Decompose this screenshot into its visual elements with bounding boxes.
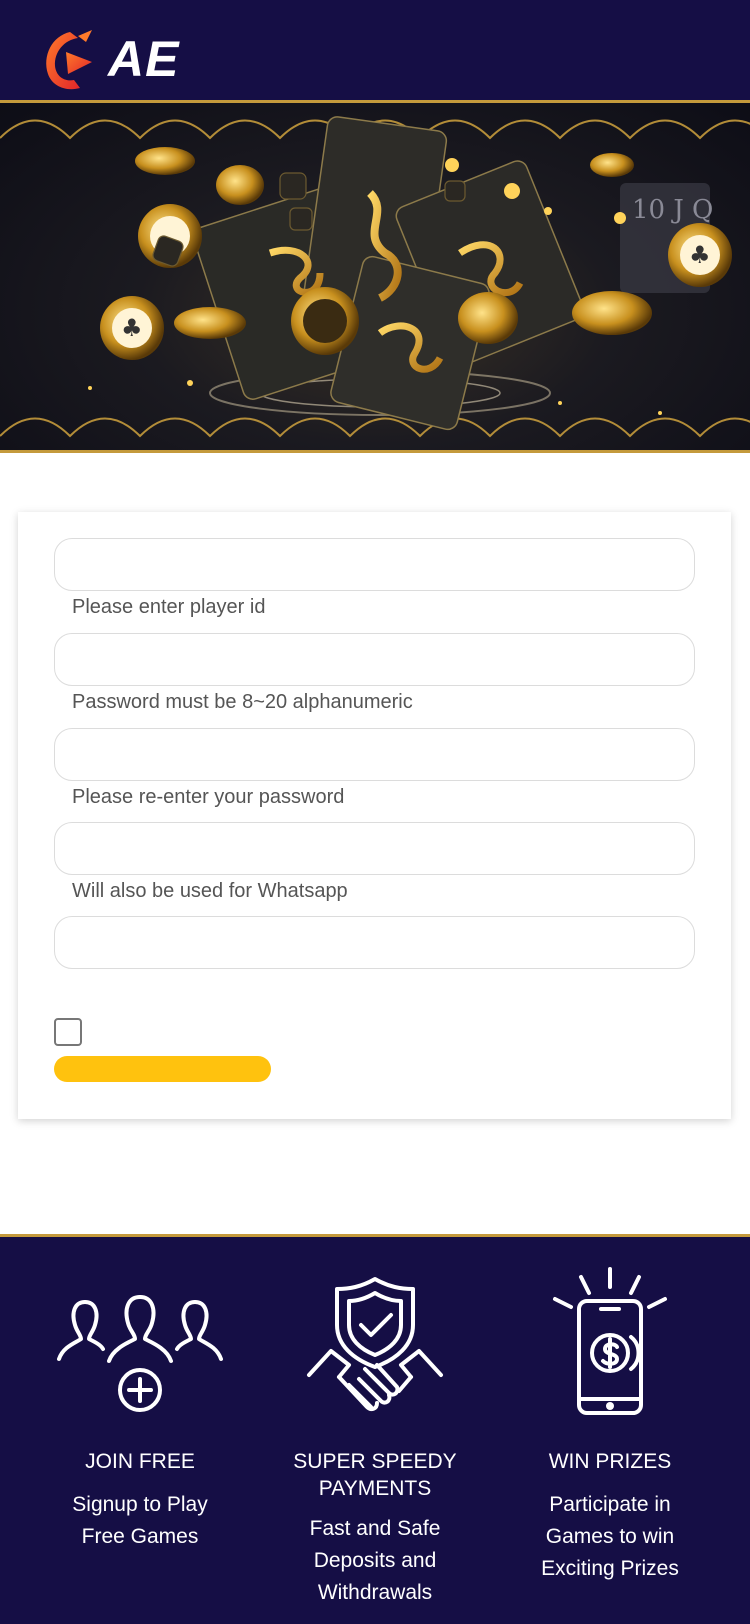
feature-desc-line: Deposits and [313, 1549, 437, 1572]
feature-desc-line: Games to win [545, 1525, 675, 1548]
app-header: AE [0, 0, 750, 100]
player-id-input[interactable] [54, 538, 695, 591]
feature-desc-line: Withdrawals [317, 1581, 433, 1604]
hero-banner: 10 J Q ♣ ♣ [0, 100, 750, 453]
registration-form: Please enter player id Password must be … [18, 512, 731, 1119]
extra-input[interactable] [54, 916, 695, 969]
feature-title-line: PAYMENTS [318, 1477, 432, 1500]
shield-handshake-icon [307, 1277, 443, 1412]
terms-checkbox[interactable] [54, 1018, 82, 1046]
feature-desc-line: Signup to Play [72, 1493, 208, 1516]
confirm-password-hint: Please re-enter your password [72, 786, 345, 808]
svg-text:10 J Q: 10 J Q [632, 195, 713, 225]
player-id-hint: Please enter player id [72, 596, 266, 618]
feature-title: WIN PRIZES [548, 1450, 672, 1473]
features-section: JOIN FREE Signup to Play Free Games SUPE… [0, 1234, 750, 1624]
confirm-password-input[interactable] [54, 728, 695, 781]
phone-input[interactable] [54, 822, 695, 875]
feature-desc-line: Exciting Prizes [541, 1557, 679, 1580]
password-hint: Password must be 8~20 alphanumeric [72, 691, 413, 713]
feature-desc-line: Participate in [549, 1493, 671, 1516]
feature-title-line: SUPER SPEEDY [293, 1450, 457, 1473]
phone-hint: Will also be used for Whatsapp [72, 880, 348, 902]
svg-text:♣: ♣ [689, 241, 711, 269]
brand-logo[interactable]: AE [40, 26, 200, 94]
feature-desc-line: Free Games [81, 1525, 199, 1548]
casino-cards-chips-illustration: 10 J Q ♣ ♣ [0, 116, 750, 438]
svg-text:♣: ♣ [121, 314, 143, 342]
users-plus-icon [57, 1295, 223, 1412]
feature-desc-line: Fast and Safe [309, 1517, 441, 1540]
phone-prize-icon [553, 1267, 667, 1415]
register-button[interactable] [54, 1056, 271, 1082]
feature-title: JOIN FREE [85, 1450, 195, 1473]
password-input[interactable] [54, 633, 695, 686]
logo-text: AE [108, 31, 180, 87]
